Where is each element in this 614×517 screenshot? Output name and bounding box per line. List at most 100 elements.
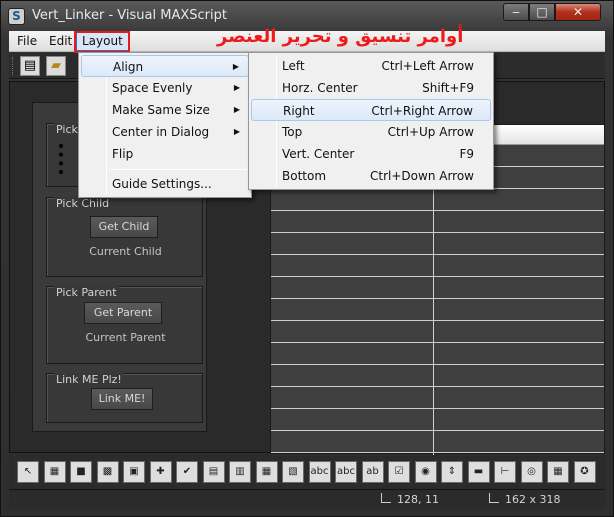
menu-item-space-evenly[interactable]: Space Evenly ▶	[81, 77, 249, 99]
group-pick-parent[interactable]: Pick Parent Get Parent Current Parent	[46, 286, 203, 364]
checkbox-icon[interactable]: ☑	[388, 461, 410, 483]
status-size: 162 x 318	[489, 493, 561, 506]
radio-icon[interactable]: ◉	[414, 461, 437, 483]
edit-icon[interactable]: ab	[361, 461, 384, 483]
size-icon	[489, 493, 499, 503]
group-label: Pick Parent	[54, 286, 119, 299]
menu-item-label: Guide Settings...	[112, 177, 212, 191]
listview-row[interactable]	[271, 255, 604, 277]
grid-icon[interactable]: ▥	[229, 461, 251, 483]
submenu-arrow-icon: ▶	[233, 83, 240, 92]
get-child-button[interactable]: Get Child	[90, 216, 158, 238]
pointer-icon[interactable]: ↖	[17, 461, 39, 483]
list-icon[interactable]: ▦	[255, 461, 278, 483]
get-parent-button[interactable]: Get Parent	[84, 302, 162, 324]
menu-item-center-in-dialog[interactable]: Center in Dialog ▶	[81, 121, 249, 143]
menu-item-align-right[interactable]: Right Ctrl+Right Arrow	[251, 99, 491, 121]
listview-row[interactable]	[271, 299, 604, 321]
listview-row[interactable]	[271, 189, 604, 211]
menu-item-label: Space Evenly	[112, 81, 193, 95]
menu-item-label: Horz. Center	[282, 81, 358, 95]
menu-item-shortcut: Ctrl+Up Arrow	[387, 125, 474, 139]
palette-icon[interactable]: ▤	[202, 461, 225, 483]
minimize-button[interactable]: ‒	[503, 3, 529, 21]
menu-item-label: Make Same Size	[112, 103, 210, 117]
menu-item-label: Top	[282, 125, 303, 139]
menu-item-guide-settings[interactable]: Guide Settings...	[81, 173, 249, 195]
menu-item-align-vert-center[interactable]: Vert. Center F9	[251, 143, 491, 165]
menu-item-label: Center in Dialog	[112, 125, 210, 139]
pickbutton-control[interactable]	[59, 144, 73, 174]
submenu-arrow-icon: ▶	[233, 105, 240, 114]
submenu-arrow-icon: ▶	[232, 62, 239, 71]
plus-icon[interactable]: ✚	[149, 461, 172, 483]
listview-row[interactable]	[271, 211, 604, 233]
menu-item-align-horz-center[interactable]: Horz. Center Shift+F9	[251, 77, 491, 99]
menu-item-shortcut: Ctrl+Right Arrow	[371, 104, 473, 118]
menu-item-label: Right	[283, 104, 315, 118]
color-icon[interactable]: ▣	[123, 461, 145, 483]
group-label: Pick Child	[54, 197, 112, 210]
label-icon[interactable]: abc	[308, 461, 331, 483]
menu-item-label: Vert. Center	[282, 147, 355, 161]
listview-row[interactable]	[271, 365, 604, 387]
progress-icon[interactable]: ▬	[467, 461, 490, 483]
status-position: 128, 11	[381, 493, 439, 506]
menu-item-align-left[interactable]: Left Ctrl+Left Arrow	[251, 55, 491, 77]
listview-row[interactable]	[271, 409, 604, 431]
menu-item-shortcut: Ctrl+Left Arrow	[381, 59, 474, 73]
maximize-button[interactable]: □	[529, 3, 555, 21]
maxscript-app-icon: S	[8, 8, 25, 25]
timer-icon[interactable]: ◎	[520, 461, 543, 483]
slider-icon[interactable]: ⊢	[494, 461, 516, 483]
link-me-button[interactable]: Link ME!	[91, 388, 153, 410]
bitmap-icon[interactable]: ▦	[43, 461, 66, 483]
new-file-icon[interactable]: ▤	[20, 56, 40, 76]
arabic-annotation: أوامر تنسيق و تحرير العنصر	[217, 26, 464, 47]
listview-row[interactable]	[271, 321, 604, 343]
menu-item-make-same-size[interactable]: Make Same Size ▶	[81, 99, 249, 121]
position-icon	[381, 493, 391, 503]
menu-item-align-top[interactable]: Top Ctrl+Up Arrow	[251, 121, 491, 143]
group-pick-child[interactable]: Pick Child Get Child Current Child	[46, 197, 203, 277]
checker-icon[interactable]: ▩	[96, 461, 119, 483]
menu-edit[interactable]: Edit	[49, 34, 72, 48]
listview-row[interactable]	[271, 431, 604, 453]
image-icon[interactable]: ▧	[282, 461, 304, 483]
group-label: Link ME Plz!	[54, 373, 124, 386]
menu-item-shortcut: Ctrl+Down Arrow	[370, 169, 474, 183]
menu-item-flip[interactable]: Flip	[81, 143, 249, 165]
layout-menu: Align ▶ Space Evenly ▶ Make Same Size ▶ …	[78, 52, 252, 198]
size-value: 162 x 318	[505, 493, 561, 506]
menu-item-label: Bottom	[282, 169, 327, 183]
open-folder-icon[interactable]: ▰	[46, 56, 66, 76]
listview-row[interactable]	[271, 233, 604, 255]
menu-layout[interactable]: Layout	[76, 32, 129, 51]
status-bar: 128, 11 162 x 318	[9, 489, 605, 509]
box-icon[interactable]: ■	[70, 461, 92, 483]
menu-file[interactable]: File	[17, 34, 37, 48]
activex-icon[interactable]: ▦	[547, 461, 569, 483]
extra-icon[interactable]: ✪	[573, 461, 596, 483]
window-title: Vert_Linker - Visual MAXScript	[32, 8, 227, 23]
check-icon[interactable]: ✔	[176, 461, 198, 483]
listview-row[interactable]	[271, 343, 604, 365]
position-value: 128, 11	[397, 493, 439, 506]
toolbar-grip[interactable]	[12, 57, 15, 75]
menu-item-label: Flip	[112, 147, 134, 161]
menu-item-shortcut: F9	[459, 147, 474, 161]
current-parent-label: Current Parent	[85, 331, 166, 344]
menu-item-shortcut: Shift+F9	[422, 81, 474, 95]
listview-row[interactable]	[271, 387, 604, 409]
listview-column-divider	[433, 145, 434, 455]
listview-row[interactable]	[271, 277, 604, 299]
vmxs-window: S Vert_Linker - Visual MAXScript ‒ □ ✕ F…	[0, 0, 614, 517]
menu-separator	[109, 169, 247, 170]
text-icon[interactable]: abc	[335, 461, 357, 483]
menu-item-align[interactable]: Align ▶	[81, 55, 249, 77]
group-link[interactable]: Link ME Plz! Link ME!	[46, 373, 203, 423]
close-button[interactable]: ✕	[555, 3, 601, 21]
spinner-icon[interactable]: ⇕	[441, 461, 463, 483]
controls-toolbar: ↖ ▦ ■ ▩ ▣ ✚ ✔ ▤ ▥ ▦ ▧ abc abc ab ☑ ◉ ⇕ ▬ ⊢ ◎ ▦ ✪	[9, 455, 605, 489]
menu-item-align-bottom[interactable]: Bottom Ctrl+Down Arrow	[251, 165, 491, 187]
